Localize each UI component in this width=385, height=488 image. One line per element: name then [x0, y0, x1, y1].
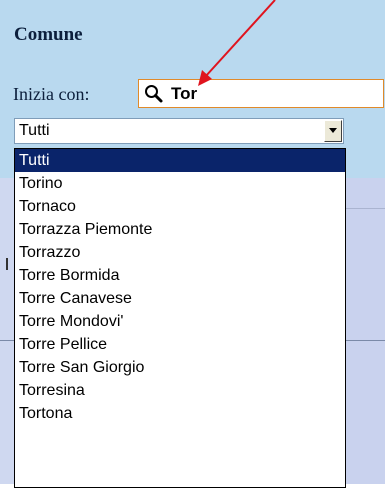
dropdown-option[interactable]: Torre Bormida [15, 264, 345, 287]
dropdown-option[interactable]: Tornaco [15, 195, 345, 218]
cursor-fragment [6, 258, 8, 270]
dropdown-option[interactable]: Torrazzo [15, 241, 345, 264]
dropdown-option[interactable]: Torre San Giorgio [15, 356, 345, 379]
dropdown-option[interactable]: Torre Pellice [15, 333, 345, 356]
chevron-down-icon [329, 128, 337, 133]
arrow-annotation-icon [198, 0, 276, 86]
dropdown-option[interactable]: Torino [15, 172, 345, 195]
background-strip-right [346, 178, 385, 484]
select-value: Tutti [19, 122, 50, 139]
dropdown-option[interactable]: Torre Canavese [15, 287, 345, 310]
dropdown-option[interactable]: Torrazza Piemonte [15, 218, 345, 241]
dropdown-option[interactable]: Torre Mondovi' [15, 310, 345, 333]
dropdown-option[interactable]: Torresina [15, 379, 345, 402]
dropdown-option[interactable]: Tutti [15, 149, 345, 172]
dropdown-list[interactable]: Tutti Torino Tornaco Torrazza Piemonte Torra… [14, 148, 346, 488]
select-dropdown-button[interactable] [324, 120, 342, 142]
comune-select[interactable]: Tutti [14, 118, 344, 144]
divider [346, 340, 385, 341]
divider [346, 208, 385, 209]
dropdown-option[interactable]: Tortona [15, 402, 345, 425]
